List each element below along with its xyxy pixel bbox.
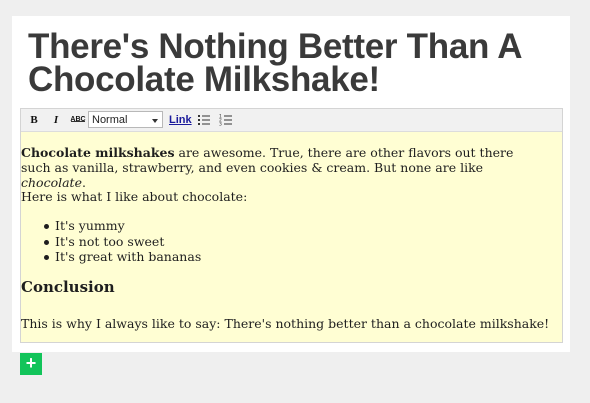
editor-content[interactable]: Chocolate milkshakes are awesome. True, … [21, 132, 562, 342]
conclusion-heading: Conclusion [21, 278, 115, 296]
add-button[interactable]: + [20, 353, 42, 375]
bold-button[interactable]: B [27, 109, 41, 131]
paragraph-conclusion: This is why I always like to say: There'… [21, 316, 550, 331]
post-title[interactable]: There's Nothing Better Than A Chocolate … [28, 29, 558, 97]
italic-icon: I [53, 114, 59, 126]
list-item: It's not too sweet [43, 234, 201, 250]
svg-text:3: 3 [219, 122, 222, 128]
paragraph-likes: Here is what I like about chocolate: [21, 189, 248, 204]
paragraph-end: . [81, 175, 86, 190]
italic-button[interactable]: I [49, 109, 63, 131]
bold-icon: B [30, 114, 38, 126]
link-button[interactable]: Link [169, 109, 192, 131]
format-select-value: Normal [92, 114, 128, 126]
rich-text-editor[interactable]: B I ABC Normal Link 1 2 3 Chocolate milk… [20, 108, 563, 343]
spellcheck-button[interactable]: ABC [69, 109, 87, 131]
bulleted-list-button[interactable] [197, 113, 211, 127]
editor-toolbar: B I ABC Normal Link 1 2 3 [21, 109, 562, 132]
plus-icon: + [25, 353, 37, 373]
bulleted-list-icon [198, 115, 210, 125]
bold-text: Chocolate milkshakes [21, 145, 175, 160]
likes-list: It's yummy It's not too sweet It's great… [43, 218, 202, 265]
paragraph-intro: Chocolate milkshakes are awesome. True, … [21, 145, 541, 190]
strike-line [71, 121, 85, 122]
numbered-list-icon: 1 2 3 [219, 114, 232, 128]
numbered-list-button[interactable]: 1 2 3 [219, 113, 233, 128]
format-select[interactable]: Normal [88, 111, 163, 128]
italic-text: chocolate [21, 175, 82, 190]
list-item: It's great with bananas [43, 249, 202, 264]
chevron-down-icon [152, 119, 158, 123]
list-item: It's yummy [43, 218, 201, 234]
post-card: There's Nothing Better Than A Chocolate … [12, 16, 570, 352]
